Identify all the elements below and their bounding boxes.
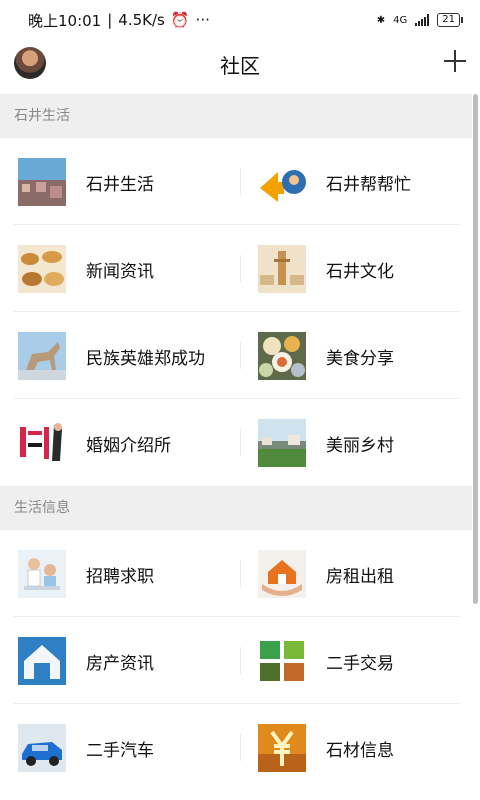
status-separator: | [107, 11, 113, 29]
item-label: 房产资讯 [86, 654, 154, 674]
status-right: ✱ 4G 21 [376, 13, 463, 27]
community-item-rent[interactable]: 房租出租 [240, 530, 472, 617]
village-thumbnail [258, 419, 306, 467]
scrollbar[interactable] [473, 94, 478, 604]
community-item-help[interactable]: 石井帮帮忙 [240, 138, 472, 225]
item-label: 婚姻介绍所 [86, 436, 171, 456]
grid-row: 新闻资讯 石井文化 [0, 225, 472, 312]
status-bar: 晚上10:01 | 4.5K/s ⏰ ··· ✱ 4G 21 [0, 0, 480, 40]
community-item-culture[interactable]: 石井文化 [240, 225, 472, 312]
network-type: 4G [393, 14, 408, 26]
header: 社区 [0, 40, 480, 92]
community-item-stone[interactable]: 石材信息 [240, 704, 472, 791]
community-item-jobs[interactable]: 招聘求职 [0, 530, 232, 617]
shijing-life-thumbnail [18, 158, 66, 206]
status-speed: 4.5K/s [118, 11, 165, 29]
signal-icon [415, 14, 430, 26]
more-dots-icon: ··· [195, 11, 210, 29]
community-item-secondhand[interactable]: 二手交易 [240, 617, 472, 704]
item-label: 美丽乡村 [326, 436, 394, 456]
status-left: 晚上10:01 | 4.5K/s ⏰ ··· [28, 10, 210, 31]
plus-icon[interactable] [444, 50, 466, 72]
community-item-news[interactable]: 新闻资讯 [0, 225, 232, 312]
property-news-thumbnail [18, 637, 66, 685]
secondhand-thumbnail [258, 637, 306, 685]
grid-row: 招聘求职 房租出租 [0, 530, 472, 617]
grid-row: 房产资讯 二手交易 [0, 617, 472, 704]
community-item-used-cars[interactable]: 二手汽车 [0, 704, 232, 791]
community-item-marriage[interactable]: 婚姻介绍所 [0, 399, 232, 486]
rent-thumbnail [258, 550, 306, 598]
item-label: 美食分享 [326, 349, 394, 369]
item-label: 二手交易 [326, 654, 394, 674]
marriage-thumbnail [18, 419, 66, 467]
community-item-shijing-life[interactable]: 石井生活 [0, 138, 232, 225]
grid-row: 民族英雄郑成功 美食分享 [0, 312, 472, 399]
grid-row: 婚姻介绍所 美丽乡村 [0, 399, 472, 486]
alarm-icon: ⏰ [170, 11, 190, 29]
grid-row: 二手汽车 石材信息 [0, 704, 472, 791]
bluetooth-icon: ✱ [376, 14, 386, 26]
community-item-food[interactable]: 美食分享 [240, 312, 472, 399]
item-label: 二手汽车 [86, 741, 154, 761]
item-label: 房租出租 [326, 567, 394, 587]
stone-thumbnail [258, 724, 306, 772]
hero-thumbnail [18, 332, 66, 380]
food-thumbnail [258, 332, 306, 380]
section-header: 生活信息 [0, 486, 472, 530]
culture-thumbnail [258, 245, 306, 293]
item-label: 招聘求职 [86, 567, 154, 587]
used-cars-thumbnail [18, 724, 66, 772]
item-label: 石井生活 [86, 175, 154, 195]
item-label: 石材信息 [326, 741, 394, 761]
item-label: 石井文化 [326, 262, 394, 282]
help-thumbnail [258, 158, 306, 206]
item-label: 石井帮帮忙 [326, 175, 411, 195]
battery-icon: 21 [437, 13, 463, 27]
news-thumbnail [18, 245, 66, 293]
status-time: 晚上10:01 [28, 11, 102, 30]
community-item-property-news[interactable]: 房产资讯 [0, 617, 232, 704]
item-label: 民族英雄郑成功 [86, 349, 205, 369]
page-title: 社区 [220, 54, 260, 78]
grid-row: 石井生活 石井帮帮忙 [0, 138, 472, 225]
item-label: 新闻资讯 [86, 262, 154, 282]
community-item-hero[interactable]: 民族英雄郑成功 [0, 312, 232, 399]
section-header: 石井生活 [0, 94, 472, 138]
community-item-village[interactable]: 美丽乡村 [240, 399, 472, 486]
jobs-thumbnail [18, 550, 66, 598]
